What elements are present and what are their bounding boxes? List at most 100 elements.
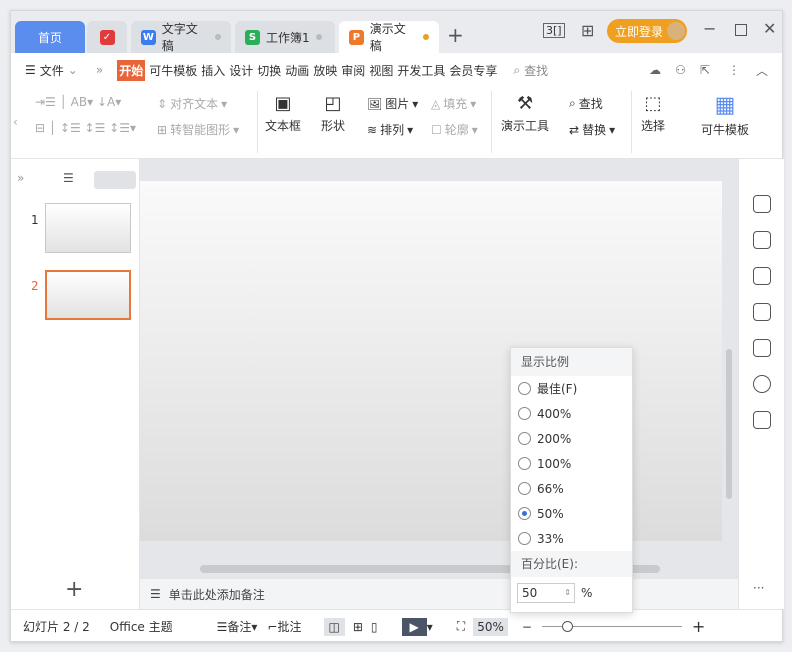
- expand-icon[interactable]: »: [96, 63, 103, 77]
- zoom-dropdown[interactable]: 50%: [473, 617, 508, 636]
- maximize-icon[interactable]: [735, 24, 747, 36]
- collapse-panel-icon[interactable]: »: [17, 171, 24, 185]
- zoom-option-66[interactable]: 66%: [511, 476, 632, 501]
- zoom-option-fit[interactable]: 最佳(F): [511, 376, 632, 401]
- menu-template[interactable]: 可牛模板: [149, 62, 197, 79]
- settings-slider-icon[interactable]: [753, 231, 771, 249]
- search-button[interactable]: 查找: [524, 62, 548, 79]
- radio[interactable]: [518, 382, 531, 395]
- radio[interactable]: [518, 482, 531, 495]
- zoom-option-200[interactable]: 200%: [511, 426, 632, 451]
- spinner-icon[interactable]: ⇕: [564, 584, 571, 602]
- rocket-icon[interactable]: [753, 195, 771, 213]
- arrange-button[interactable]: ≋ 排列 ▾: [367, 121, 413, 138]
- zoom-option-100[interactable]: 100%: [511, 451, 632, 476]
- find-button[interactable]: ⌕ 查找: [569, 95, 603, 112]
- slide-counter: 幻灯片 2 / 2: [23, 620, 90, 634]
- tab-label: 工作簿1: [266, 30, 310, 45]
- zoom-option-50[interactable]: 50%: [511, 501, 632, 526]
- scroll-left-icon[interactable]: ‹: [13, 115, 18, 129]
- shape-button[interactable]: ◰ 形状: [321, 93, 345, 134]
- menu-view[interactable]: 视图: [369, 62, 393, 79]
- tab-presentation[interactable]: P 演示文稿: [339, 21, 439, 53]
- minimize-icon[interactable]: −: [703, 19, 716, 38]
- zoom-slider[interactable]: [541, 621, 682, 632]
- hamburger-icon[interactable]: ☰: [25, 63, 36, 77]
- outline-button[interactable]: ☐ 轮廓 ▾: [431, 121, 478, 138]
- comments-button[interactable]: 批注: [277, 618, 301, 635]
- template-button[interactable]: ▦ 可牛模板: [701, 93, 749, 138]
- smart-shape-button[interactable]: ⊞ 转智能图形 ▾: [157, 121, 239, 138]
- radio[interactable]: [518, 532, 531, 545]
- reading-view-icon[interactable]: ▯: [371, 620, 378, 634]
- spacing-icons[interactable]: ⊟ │ ↕☰ ↕☰ ↕☰▾: [35, 121, 136, 135]
- collapse-ribbon-icon[interactable]: ︿: [756, 62, 768, 79]
- slide-number: 1: [31, 213, 39, 227]
- zoom-in-button[interactable]: +: [692, 617, 705, 636]
- fit-icon[interactable]: ⛶: [457, 619, 465, 634]
- close-icon[interactable]: ✕: [763, 19, 776, 38]
- textbox-button[interactable]: ▣ 文本框: [265, 93, 301, 134]
- layout-icon[interactable]: 3[]: [543, 23, 565, 38]
- slide-thumbnail-1[interactable]: [45, 203, 131, 253]
- new-tab-button[interactable]: +: [447, 23, 464, 47]
- theme-name: Office 主题: [109, 620, 173, 634]
- flash-icon[interactable]: [753, 375, 771, 393]
- notes-area[interactable]: ☰ 单击此处添加备注: [140, 579, 738, 609]
- outline-view-icon[interactable]: ☰: [63, 171, 74, 185]
- tab-doc[interactable]: W 文字文稿: [131, 21, 231, 53]
- present-tools-button[interactable]: ⚒ 演示工具: [501, 93, 549, 134]
- tab-pdf[interactable]: ✓: [87, 21, 127, 53]
- grid-view-icon[interactable]: ⊞: [353, 620, 363, 634]
- menu-start[interactable]: 开始: [117, 59, 146, 81]
- avatar: [667, 22, 686, 40]
- radio[interactable]: [518, 407, 531, 420]
- tab-sheet[interactable]: S 工作簿1: [235, 21, 335, 53]
- vertical-scrollbar[interactable]: [726, 349, 732, 499]
- menu-design[interactable]: 设计: [229, 62, 253, 79]
- menu-slideshow[interactable]: 放映: [313, 62, 337, 79]
- image-edit-icon[interactable]: [753, 339, 771, 357]
- radio[interactable]: [518, 432, 531, 445]
- label: 替换: [582, 123, 607, 137]
- cloud-share-icons[interactable]: ☁⚇⇱: [649, 63, 724, 77]
- slide-thumbnail-2[interactable]: [45, 270, 131, 320]
- align-text-button[interactable]: ⇕ 对齐文本 ▾: [157, 95, 227, 112]
- star-icon[interactable]: [753, 267, 771, 285]
- zoom-option-400[interactable]: 400%: [511, 401, 632, 426]
- menu-transition[interactable]: 切换: [257, 62, 281, 79]
- menu-file[interactable]: 文件: [40, 62, 64, 79]
- fill-icon: ◬: [431, 96, 441, 111]
- copy-icon[interactable]: [753, 303, 771, 321]
- indent-icons[interactable]: ⇥☰ │ AB▾ ↓A▾: [35, 95, 121, 109]
- radio-selected[interactable]: [518, 507, 531, 520]
- zoom-out-button[interactable]: −: [522, 620, 532, 634]
- zoom-slider-thumb[interactable]: [561, 621, 573, 632]
- apps-grid-icon[interactable]: ⊞: [581, 21, 594, 40]
- menu-insert[interactable]: 插入: [201, 62, 225, 79]
- zoom-option-33[interactable]: 33%: [511, 526, 632, 551]
- login-button[interactable]: 立即登录: [607, 19, 687, 43]
- normal-view-icon[interactable]: ◫: [323, 617, 345, 636]
- radio[interactable]: [518, 457, 531, 470]
- align-text-icon: ⇕: [157, 96, 168, 111]
- notes-button[interactable]: 备注: [227, 618, 251, 635]
- play-button[interactable]: ▶: [401, 617, 427, 636]
- fill-button[interactable]: ◬ 填充 ▾: [431, 95, 476, 112]
- picture-button[interactable]: 🖼 图片 ▾: [367, 95, 418, 112]
- thumbnail-view-button[interactable]: [94, 171, 136, 189]
- tab-home[interactable]: 首页: [15, 21, 85, 53]
- book-search-icon[interactable]: [753, 411, 771, 429]
- current-slide[interactable]: [140, 181, 722, 541]
- menu-member[interactable]: 会员专享: [449, 62, 497, 79]
- replace-button[interactable]: ⇄ 替换 ▾: [569, 121, 615, 138]
- menu-developer[interactable]: 开发工具: [397, 62, 445, 79]
- more-icon[interactable]: ···: [753, 581, 764, 595]
- menu-review[interactable]: 审阅: [341, 62, 365, 79]
- select-button[interactable]: ⬚ 选择: [641, 93, 665, 134]
- percent-input[interactable]: 50 ⇕: [517, 583, 575, 603]
- more-icon[interactable]: ⋮: [728, 63, 740, 77]
- add-slide-button[interactable]: +: [65, 577, 83, 602]
- menu-animation[interactable]: 动画: [285, 62, 309, 79]
- label: 可牛模板: [701, 123, 750, 137]
